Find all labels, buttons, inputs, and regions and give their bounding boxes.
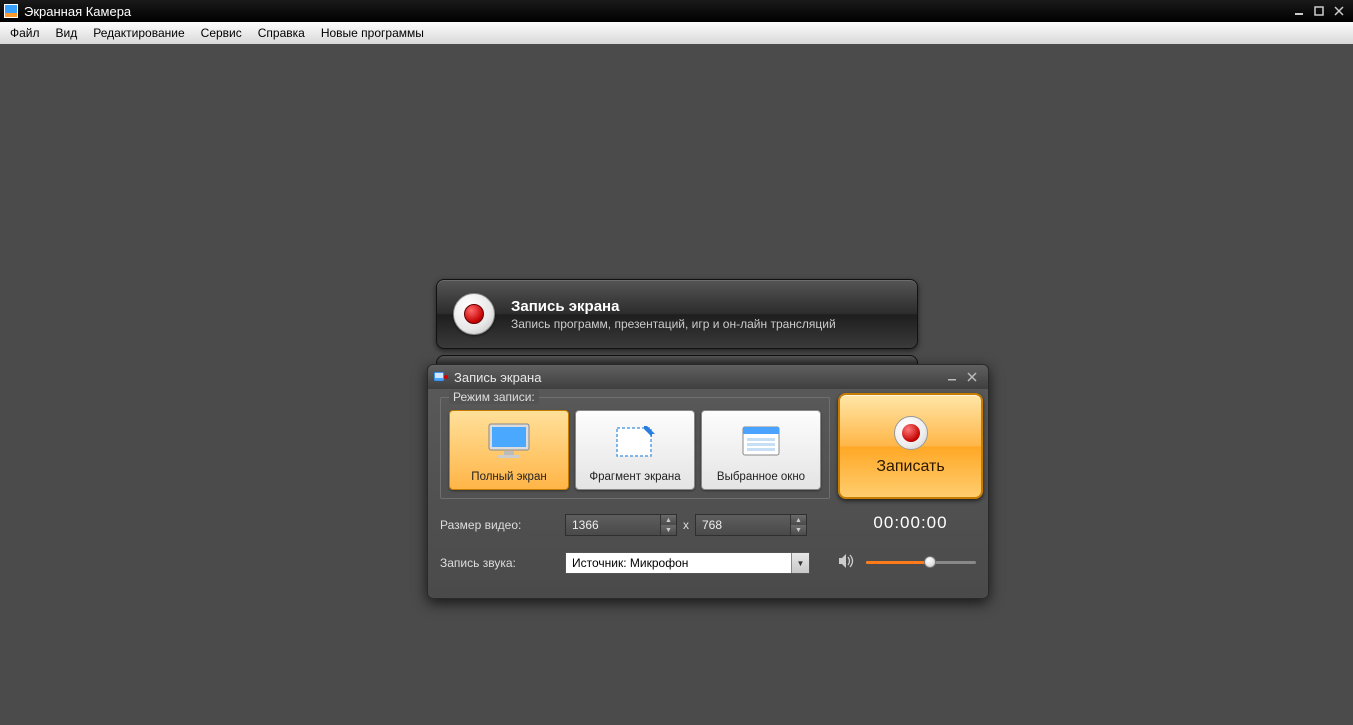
mode-window-label: Выбранное окно (717, 471, 805, 483)
dialog-title-bar: Запись экрана (428, 365, 988, 389)
video-size-label: Размер видео: (440, 518, 565, 532)
menu-service[interactable]: Сервис (193, 24, 250, 42)
app-icon (4, 4, 18, 18)
dialog-close-button[interactable] (962, 369, 982, 385)
volume-thumb[interactable] (924, 556, 936, 568)
title-bar: Экранная Камера (0, 0, 1353, 22)
width-up-button[interactable]: ▲ (661, 515, 676, 525)
record-dot-icon (894, 416, 928, 450)
volume-icon[interactable] (838, 553, 856, 572)
mode-fragment-label: Фрагмент экрана (589, 471, 680, 483)
selection-icon (613, 411, 657, 471)
record-screen-banner[interactable]: Запись экрана Запись программ, презентац… (436, 279, 918, 349)
workspace: Запись экрана Запись программ, презентац… (0, 44, 1353, 725)
dialog-minimize-button[interactable] (942, 369, 962, 385)
combo-dropdown-button[interactable]: ▼ (791, 553, 809, 573)
close-button[interactable] (1329, 2, 1349, 20)
record-icon (453, 293, 495, 335)
menu-edit[interactable]: Редактирование (85, 24, 192, 42)
height-input[interactable] (696, 518, 790, 532)
maximize-button[interactable] (1309, 2, 1329, 20)
sound-record-label: Запись звука: (440, 556, 565, 570)
width-spinner[interactable]: ▲ ▼ (565, 514, 677, 536)
sound-source-value: Источник: Микрофон (566, 556, 791, 570)
dialog-title: Запись экрана (454, 370, 541, 385)
menu-view[interactable]: Вид (48, 24, 86, 42)
record-button-label: Записать (876, 458, 944, 476)
height-up-button[interactable]: ▲ (791, 515, 806, 525)
mode-fullscreen-label: Полный экран (471, 471, 546, 483)
record-mode-label: Режим записи: (449, 390, 539, 404)
app-title: Экранная Камера (24, 4, 131, 19)
mode-window-button[interactable]: Выбранное окно (701, 410, 821, 490)
width-input[interactable] (566, 518, 660, 532)
menu-bar: Файл Вид Редактирование Сервис Справка Н… (0, 22, 1353, 44)
menu-new-programs[interactable]: Новые программы (313, 24, 432, 42)
record-button[interactable]: Записать (838, 393, 983, 499)
x-separator: x (683, 518, 689, 532)
monitor-icon (486, 411, 532, 471)
minimize-button[interactable] (1289, 2, 1309, 20)
dialog-icon (434, 371, 448, 383)
menu-help[interactable]: Справка (250, 24, 313, 42)
sound-source-combo[interactable]: Источник: Микрофон ▼ (565, 552, 810, 574)
timer-display: 00:00:00 (838, 513, 983, 533)
volume-slider[interactable] (866, 556, 976, 570)
mode-fullscreen-button[interactable]: Полный экран (449, 410, 569, 490)
record-mode-group: Режим записи: Полный экран (440, 397, 830, 499)
record-dialog: Запись экрана Режим записи: (427, 364, 989, 599)
banner-title: Запись экрана (511, 298, 836, 315)
height-down-button[interactable]: ▼ (791, 525, 806, 535)
window-icon (739, 411, 783, 471)
banner-subtitle: Запись программ, презентаций, игр и он-л… (511, 317, 836, 331)
height-spinner[interactable]: ▲ ▼ (695, 514, 807, 536)
mode-fragment-button[interactable]: Фрагмент экрана (575, 410, 695, 490)
menu-file[interactable]: Файл (2, 24, 48, 42)
width-down-button[interactable]: ▼ (661, 525, 676, 535)
